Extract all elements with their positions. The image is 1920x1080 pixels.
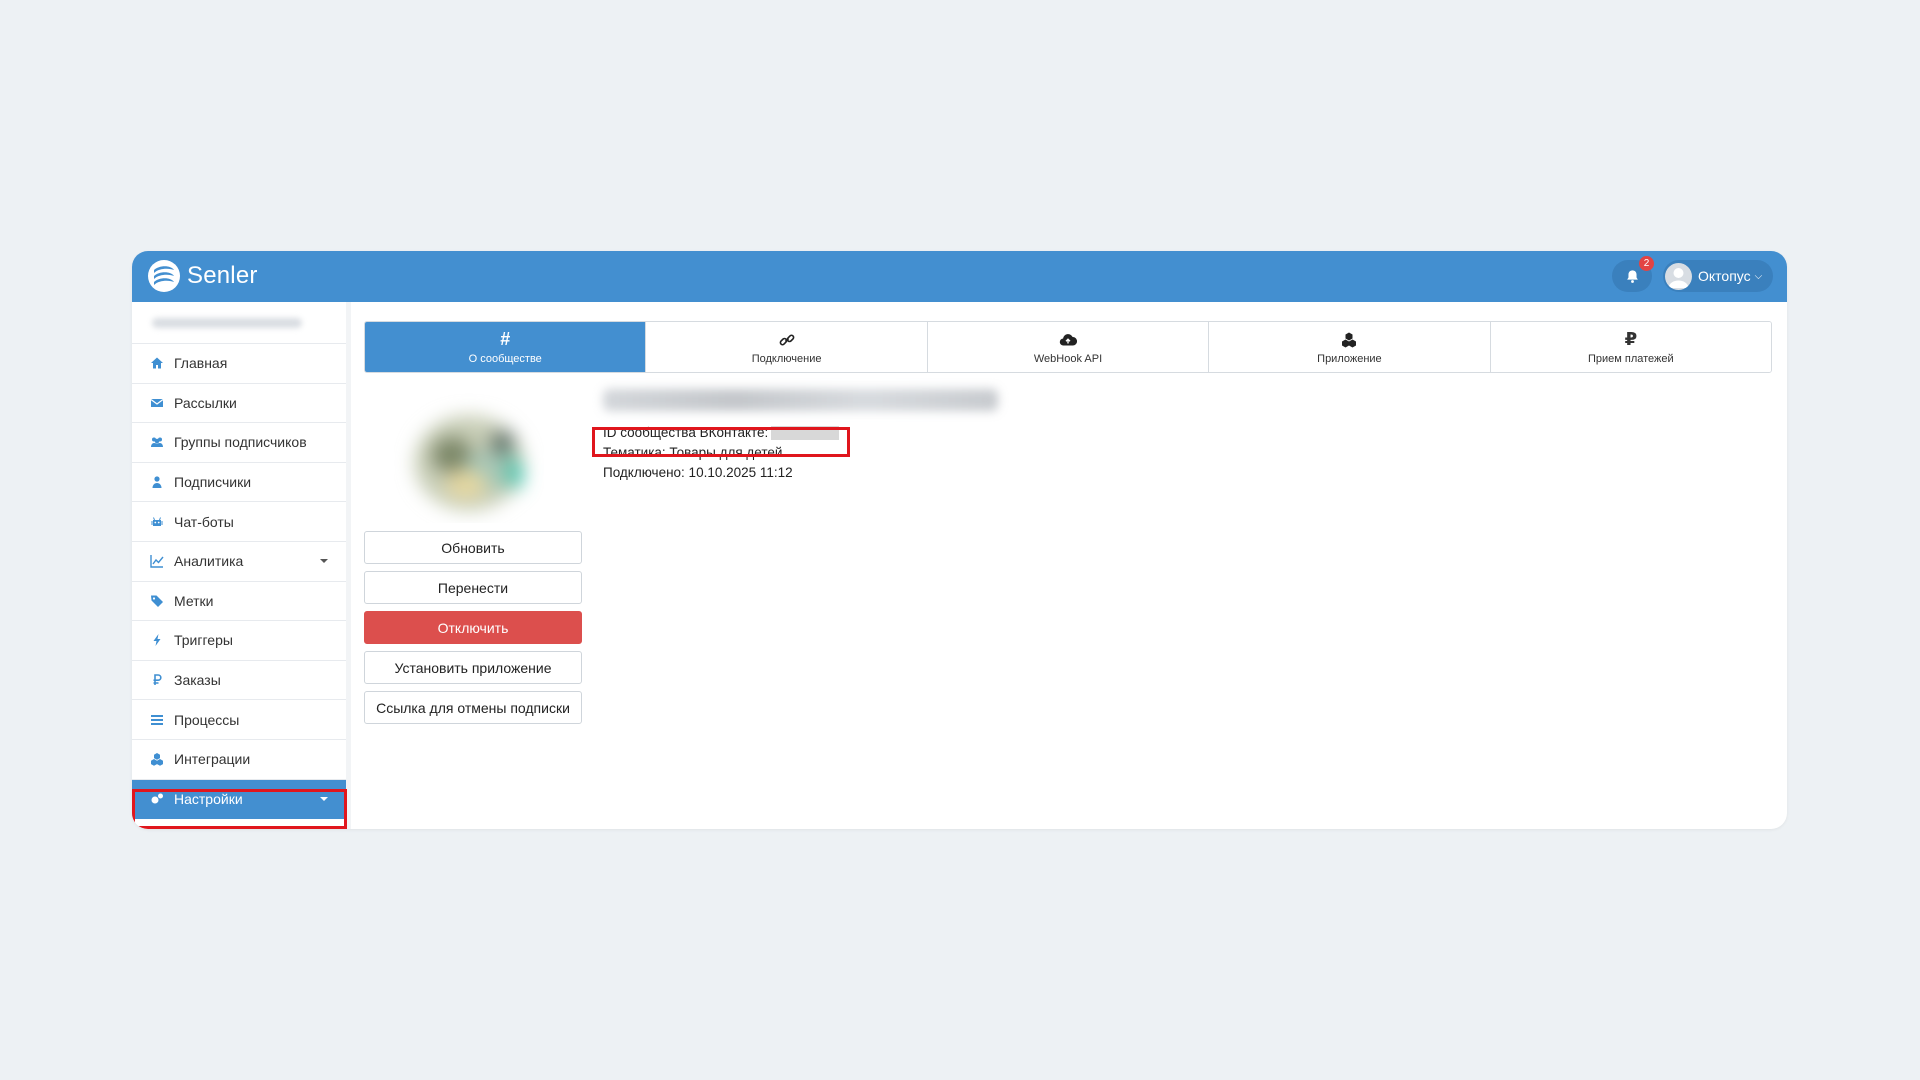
list-icon [148,713,166,727]
sidebar-item-label: Группы подписчиков [174,434,307,451]
tab-label: Приложение [1317,352,1382,365]
sidebar-item-label: Процессы [174,711,240,728]
logo[interactable]: Senler [147,259,258,293]
senler-logo-icon [148,260,180,292]
community-topic: Тематика: Товары для детей [603,445,783,460]
community-info: ID сообщества ВКонтакте: Тематика: Товар… [603,389,998,483]
sidebar-item-home[interactable]: Главная [132,344,346,384]
sidebar-item-mailings[interactable]: Рассылки [132,384,346,424]
app-window: Senler 2 Октопус ⌵ Главная Рассылки Груп… [132,251,1787,829]
sidebar-item-processes[interactable]: Процессы [132,700,346,740]
sidebar-item-label: Настройки [174,791,243,808]
project-selector[interactable] [132,302,346,344]
hash-icon: # [500,329,511,349]
brand-name: Senler [187,262,258,289]
cubes-icon [1340,330,1358,350]
cogs-icon [148,792,166,806]
sidebar-item-chatbots[interactable]: Чат-боты [132,502,346,542]
cloud-upload-icon [1059,330,1078,350]
users-icon [148,435,166,449]
sidebar-item-triggers[interactable]: Триггеры [132,621,346,661]
install-app-button[interactable]: Установить приложение [364,651,582,684]
sidebar-item-label: Главная [174,355,228,372]
avatar [1665,262,1692,290]
community-avatar-blurred [414,415,524,511]
tab-application[interactable]: Приложение [1209,322,1491,372]
transfer-button[interactable]: Перенести [364,571,582,604]
notifications-button[interactable]: 2 [1612,256,1654,292]
community-actions: Обновить Перенести Отключить Установить … [364,531,582,731]
sidebar-item-tags[interactable]: Метки [132,582,346,622]
refresh-button[interactable]: Обновить [364,531,582,564]
sidebar-item-label: Заказы [174,672,221,689]
robot-icon [148,515,166,529]
user-menu-button[interactable]: Октопус ⌵ [1663,260,1773,292]
envelope-icon [148,396,166,410]
community-id-label: ID сообщества ВКонтакте: [603,425,769,440]
sidebar-item-label: Чат-боты [174,513,234,530]
sidebar-item-label: Интеграции [174,751,251,768]
tab-webhook-api[interactable]: WebHook API [927,322,1210,372]
disconnect-button[interactable]: Отключить [364,611,582,644]
sidebar-item-orders[interactable]: Заказы [132,661,346,701]
sidebar-item-analytics[interactable]: Аналитика [132,542,346,582]
user-icon [148,475,166,489]
community-id-masked [771,426,840,440]
sidebar-item-label: Аналитика [174,553,244,570]
sidebar-item-subscriber-groups[interactable]: Группы подписчиков [132,423,346,463]
tab-label: Прием платежей [1587,352,1674,365]
notification-badge: 2 [1639,256,1654,271]
sidebar-item-label: Рассылки [174,394,237,411]
tab-payments[interactable]: ₽ Прием платежей [1490,322,1771,372]
tab-about-community[interactable]: # О сообществе [365,322,647,372]
sidebar-item-label: Триггеры [174,632,233,649]
ruble-icon: ₽ [1624,329,1638,349]
chart-line-icon [148,554,166,568]
cubes-icon [148,752,166,767]
caret-down-icon [320,559,328,564]
sidebar-item-label: Метки [174,592,214,609]
project-name-blurred [152,317,302,328]
tab-label: О сообществе [468,352,542,365]
sidebar-item-integrations[interactable]: Интеграции [132,740,346,780]
ruble-icon [148,673,166,687]
sidebar-item-settings[interactable]: Настройки [132,779,346,820]
sidebar: Главная Рассылки Группы подписчиков Подп… [132,302,351,829]
top-bar: Senler 2 Октопус ⌵ [132,251,1787,302]
bolt-icon [148,633,166,647]
home-icon [148,356,166,370]
tab-label: Подключение [751,352,822,365]
tab-connection[interactable]: Подключение [646,322,928,372]
sidebar-item-subscribers[interactable]: Подписчики [132,463,346,503]
user-name: Октопус [1698,268,1751,284]
chevron-down-icon: ⌵ [1754,270,1763,282]
user-avatar-icon [1668,267,1689,288]
unsubscribe-link-button[interactable]: Ссылка для отмены подписки [364,691,582,724]
tabs: # О сообществе Подключение WebHook API П… [364,321,1772,373]
community-connected-date: Подключено: 10.10.2025 11:12 [603,465,793,480]
tab-label: WebHook API [1033,352,1103,365]
bell-icon [1626,269,1638,283]
community-name-blurred [603,389,998,411]
link-icon [778,330,796,350]
caret-down-icon [320,797,328,802]
community-id-row: ID сообщества ВКонтакте: [603,423,998,443]
tag-icon [148,594,166,608]
sidebar-item-label: Подписчики [174,474,252,491]
